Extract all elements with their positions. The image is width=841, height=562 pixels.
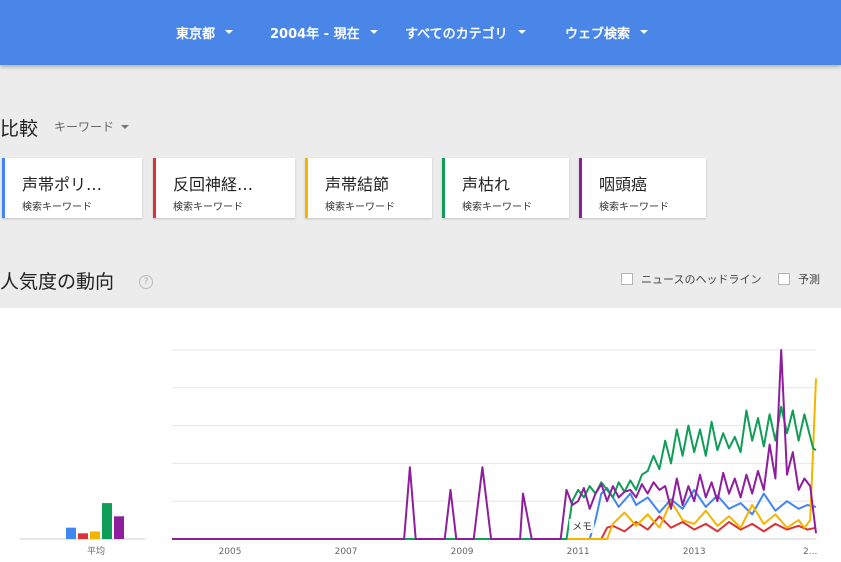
term-name: 反回神経… [173, 175, 254, 194]
time-range-filter-label: 2004年 - 現在 [270, 26, 360, 42]
time-range-filter-dropdown[interactable]: 2004年 - 現在 [270, 22, 378, 42]
term-color-bar [579, 158, 582, 218]
term-subtitle: 検索キーワード [599, 202, 669, 213]
category-filter-dropdown[interactable]: すべてのカテゴリ [405, 22, 526, 42]
region-filter-label: 東京都 [176, 26, 216, 42]
x-tick-label: 2005 [219, 547, 242, 557]
term-subtitle: 検索キーワード [173, 202, 243, 213]
term-color-bar [2, 158, 5, 218]
checkbox-box[interactable] [621, 273, 633, 285]
term-subtitle: 検索キーワード [325, 202, 395, 213]
interest-chart-panel: 平均 2005 2007 2009 2011 2013 2... メモ [0, 308, 841, 562]
term-color-bar [153, 158, 156, 218]
category-filter-label: すべてのカテゴリ [405, 26, 508, 42]
interest-line-chart: 平均 2005 2007 2009 2011 2013 2... メモ [20, 349, 817, 557]
chevron-down-icon [121, 124, 130, 129]
term-card-hoarseness[interactable]: 声枯れ 検索キーワード [442, 158, 569, 218]
search-type-filter-dropdown[interactable]: ウェブ検索 [565, 22, 649, 42]
term-card-recurrent-nerve[interactable]: 反回神経… 検索キーワード [153, 158, 295, 218]
series-line [172, 515, 817, 540]
region-filter-dropdown[interactable]: 東京都 [176, 22, 234, 42]
term-name: 咽頭癌 [599, 175, 648, 194]
average-bar [102, 503, 112, 539]
x-tick-label: 2011 [567, 547, 590, 557]
x-tick-label: 2007 [335, 547, 358, 557]
news-headlines-label: ニュースのヘッドライン [641, 273, 762, 286]
forecast-checkbox[interactable]: 予測 [778, 271, 820, 287]
chevron-down-icon [517, 30, 526, 34]
term-name: 声帯ポリ… [22, 175, 103, 194]
news-headlines-checkbox[interactable]: ニュースのヘッドライン [621, 271, 761, 287]
checkbox-box[interactable] [778, 273, 790, 285]
compare-title: 比較 [0, 118, 39, 140]
term-card-vocal-polyp[interactable]: 声帯ポリ… 検索キーワード [2, 158, 142, 218]
term-card-vocal-nodule[interactable]: 声帯結節 検索キーワード [305, 158, 432, 218]
top-filter-bar: 東京都 2004年 - 現在 すべてのカテゴリ ウェブ検索 [0, 0, 841, 65]
average-label: 平均 [87, 545, 105, 557]
search-type-filter-label: ウェブ検索 [565, 26, 631, 42]
series-line [172, 405, 817, 540]
average-bar [90, 531, 100, 539]
term-card-pharyngeal-cancer[interactable]: 咽頭癌 検索キーワード [579, 158, 706, 218]
average-bar [114, 516, 124, 539]
compare-type-dropdown[interactable]: キーワード [54, 118, 130, 135]
average-bar [78, 533, 88, 539]
annotation-label: メモ [572, 522, 592, 533]
interest-over-time-title: 人気度の動向 [0, 271, 115, 293]
x-tick-label: 2009 [451, 547, 474, 557]
forecast-label: 予測 [798, 273, 820, 286]
term-name: 声枯れ [462, 175, 511, 194]
average-bar [66, 527, 76, 539]
help-icon[interactable]: ? [139, 275, 153, 289]
chevron-down-icon [369, 30, 378, 34]
term-subtitle: 検索キーワード [462, 202, 532, 213]
compare-type-label: キーワード [54, 120, 115, 134]
term-name: 声帯結節 [325, 175, 390, 194]
term-color-bar [305, 158, 308, 218]
chevron-down-icon [640, 30, 649, 34]
x-tick-label: 2013 [683, 547, 706, 557]
term-subtitle: 検索キーワード [22, 202, 92, 213]
chevron-down-icon [225, 30, 234, 34]
x-tick-label: 2... [803, 547, 817, 557]
series-line [172, 378, 817, 540]
term-color-bar [442, 158, 445, 218]
